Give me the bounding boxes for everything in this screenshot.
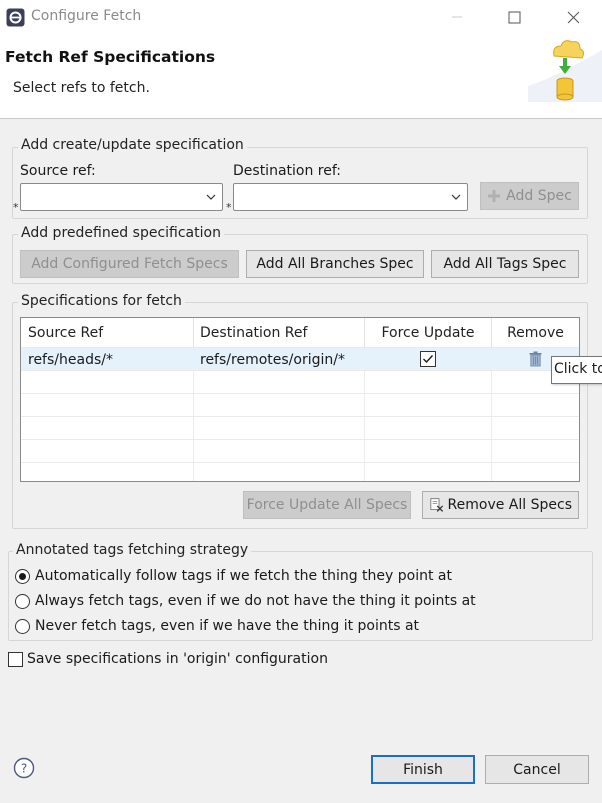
radio-always-fetch-label: Always fetch tags, even if we do not hav… (35, 593, 476, 609)
table-row-empty (21, 393, 579, 416)
eclipse-icon (6, 8, 25, 27)
finish-button[interactable]: Finish (371, 755, 475, 784)
force-update-checkbox[interactable] (420, 351, 436, 371)
close-icon[interactable] (559, 5, 587, 29)
predefined-group-title: Add predefined specification (18, 225, 224, 241)
add-all-tags-spec-label: Add All Tags Spec (443, 256, 567, 272)
save-config-checkbox[interactable] (8, 651, 23, 667)
add-all-branches-spec-label: Add All Branches Spec (256, 256, 414, 272)
destination-required-marker: * (226, 201, 232, 214)
specs-table[interactable]: Source Ref Destination Ref Force Update … (20, 317, 580, 482)
finish-label: Finish (403, 761, 443, 778)
trash-icon[interactable] (529, 351, 542, 371)
fetch-wizard-icon (528, 36, 602, 102)
force-update-all-specs-label: Force Update All Specs (246, 497, 408, 513)
column-header-destination-ref[interactable]: Destination Ref (194, 318, 365, 347)
save-config-label: Save specifications in 'origin' configur… (27, 651, 328, 667)
add-all-tags-spec-button[interactable]: Add All Tags Spec (431, 250, 579, 278)
add-spec-label: Add Spec (506, 188, 572, 204)
column-header-remove[interactable]: Remove (492, 318, 579, 347)
source-required-marker: * (13, 201, 19, 214)
remove-all-specs-label: Remove All Specs (447, 497, 572, 513)
add-icon (488, 190, 501, 202)
add-spec-button[interactable]: Add Spec (480, 182, 579, 210)
add-all-branches-spec-button[interactable]: Add All Branches Spec (246, 250, 424, 278)
svg-text:?: ? (21, 762, 27, 776)
radio-button[interactable] (15, 593, 30, 609)
chevron-down-icon (206, 194, 216, 200)
window-title: Configure Fetch (31, 8, 142, 24)
save-config-checkbox-row[interactable]: Save specifications in 'origin' configur… (8, 651, 328, 667)
chevron-down-icon (451, 194, 461, 200)
add-spec-group-title: Add create/update specification (18, 137, 247, 153)
destination-ref-label: Destination ref: (233, 163, 341, 179)
table-row-empty (21, 462, 579, 481)
source-ref-label: Source ref: (20, 163, 96, 179)
radio-button[interactable] (15, 568, 30, 584)
radio-auto-follow-label: Automatically follow tags if we fetch th… (35, 568, 452, 584)
specs-group-title: Specifications for fetch (18, 293, 185, 309)
radio-always-fetch[interactable]: Always fetch tags, even if we do not hav… (15, 593, 476, 609)
row-destination-ref: refs/remotes/origin/* (200, 351, 345, 368)
row-source-ref: refs/heads/* (28, 351, 113, 368)
remove-all-icon (430, 498, 444, 512)
cancel-button[interactable]: Cancel (485, 755, 589, 784)
tags-strategy-group-title: Annotated tags fetching strategy (13, 542, 252, 558)
source-ref-combo[interactable] (20, 183, 223, 211)
remove-all-specs-button[interactable]: Remove All Specs (422, 491, 579, 519)
table-row-empty (21, 416, 579, 439)
table-row-empty (21, 439, 579, 462)
column-header-source-ref[interactable]: Source Ref (21, 318, 194, 347)
radio-never-fetch[interactable]: Never fetch tags, even if we have the th… (15, 618, 419, 634)
cancel-label: Cancel (513, 761, 561, 778)
radio-never-fetch-label: Never fetch tags, even if we have the th… (35, 618, 420, 634)
table-row[interactable]: refs/heads/* refs/remotes/origin/* (21, 347, 579, 370)
add-configured-fetch-specs-label: Add Configured Fetch Specs (31, 256, 228, 272)
radio-button[interactable] (15, 618, 30, 634)
maximize-icon[interactable] (500, 5, 528, 29)
add-configured-fetch-specs-button[interactable]: Add Configured Fetch Specs (20, 250, 239, 278)
table-row-empty (21, 370, 579, 393)
minimize-icon[interactable] (443, 5, 471, 29)
help-icon[interactable]: ? (13, 757, 35, 783)
force-update-all-specs-button[interactable]: Force Update All Specs (243, 491, 411, 519)
page-title: Fetch Ref Specifications (5, 48, 216, 66)
remove-tooltip: Click to (551, 356, 602, 384)
page-subtitle: Select refs to fetch. (13, 80, 150, 96)
column-header-force-update[interactable]: Force Update (365, 318, 492, 347)
radio-auto-follow[interactable]: Automatically follow tags if we fetch th… (15, 568, 452, 584)
destination-ref-combo[interactable] (233, 183, 468, 211)
